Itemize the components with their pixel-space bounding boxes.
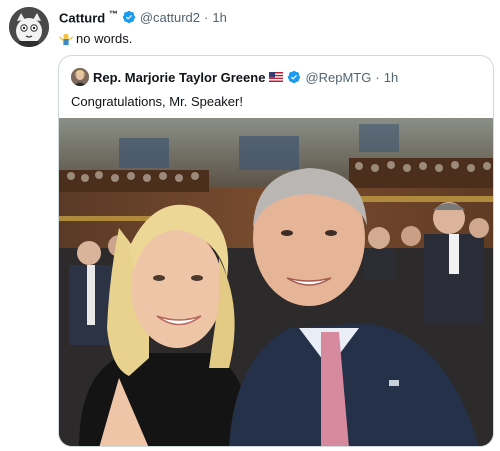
quoted-tweet[interactable]: Rep. Marjorie Taylor Greene @RepMTG · 1h…	[58, 55, 494, 447]
verified-badge-icon	[122, 11, 135, 24]
selfie-photo-image	[59, 118, 493, 446]
cat-avatar-icon	[9, 7, 49, 47]
author-name[interactable]: Catturd ™	[59, 9, 118, 25]
person-shrugging-icon	[59, 33, 73, 45]
trademark-mark: ™	[108, 9, 118, 19]
mtg-avatar-icon	[71, 68, 89, 86]
quoted-author-name[interactable]: Rep. Marjorie Taylor Greene	[93, 70, 265, 85]
tweet-header: Catturd ™ @catturd2 · 1h	[59, 9, 227, 25]
tweet-time[interactable]: 1h	[212, 10, 226, 25]
author-handle[interactable]: @catturd2	[140, 10, 200, 25]
header-separator: ·	[204, 9, 209, 25]
quoted-header-separator: ·	[375, 69, 380, 85]
tweet-text: no words.	[59, 31, 132, 46]
tweet-text-content: no words.	[76, 31, 133, 46]
tweet[interactable]: Catturd ™ @catturd2 · 1h no words. Rep. …	[0, 0, 500, 451]
quoted-verified-badge-icon	[288, 70, 301, 84]
selfie-photo[interactable]	[59, 118, 493, 446]
quoted-author-handle[interactable]: @RepMTG	[305, 70, 371, 85]
catturd-avatar[interactable]	[9, 7, 49, 47]
quoted-tweet-text: Congratulations, Mr. Speaker!	[71, 94, 243, 109]
us-flag-icon	[269, 72, 284, 82]
quoted-tweet-header: Rep. Marjorie Taylor Greene @RepMTG · 1h	[71, 68, 398, 86]
quoted-tweet-time[interactable]: 1h	[384, 70, 398, 85]
mtg-avatar[interactable]	[71, 68, 89, 86]
